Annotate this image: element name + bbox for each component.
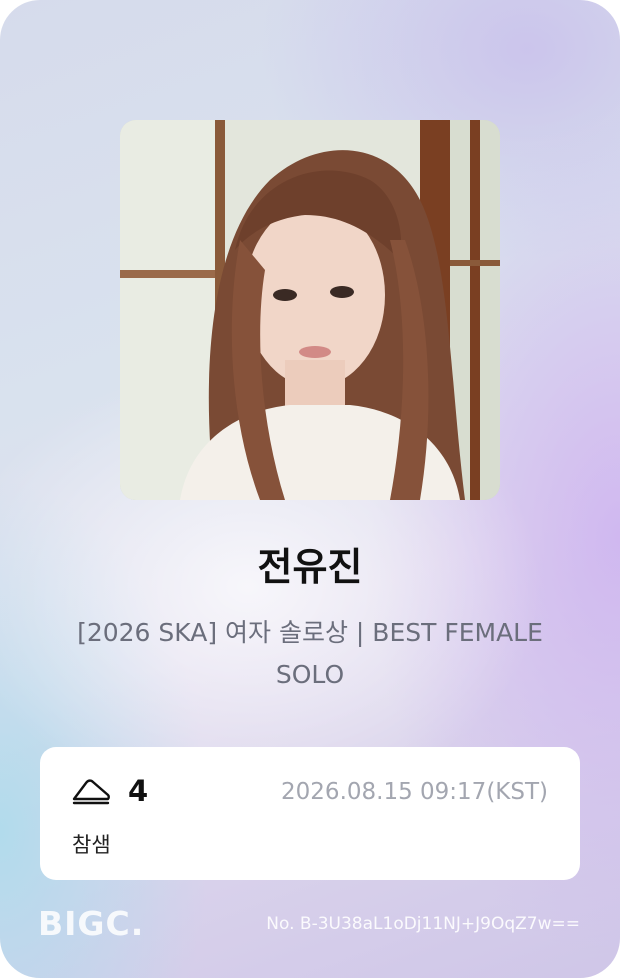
vote-datetime: 2026.08.15 09:17(KST)	[281, 779, 548, 805]
vote-status: 참샘	[72, 833, 111, 857]
vote-card: 전유진 [2026 SKA] 여자 솔로상 | BEST FEMALE SOLO…	[0, 0, 620, 978]
artist-name: 전유진	[257, 545, 363, 589]
profile-photo	[120, 120, 500, 500]
award-category: [2026 SKA] 여자 솔로상 | BEST FEMALE SOLO	[77, 618, 543, 689]
serial-number: No. B-3U38aL1oDj11NJ+J9OqZ7w==	[266, 914, 580, 934]
vote-info-box: 4 2026.08.15 09:17(KST) 참샘	[40, 747, 580, 880]
vote-count: 4	[128, 774, 149, 808]
brand-logo: BIGC.	[38, 904, 145, 943]
ticket-icon	[72, 777, 112, 807]
